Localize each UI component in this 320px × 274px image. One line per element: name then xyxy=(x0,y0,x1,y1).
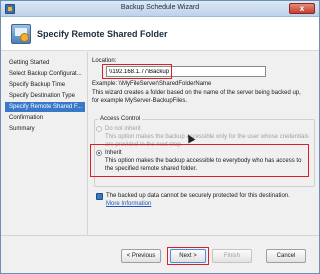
info-icon xyxy=(96,193,103,200)
access-control-title: Access Control xyxy=(98,116,143,122)
close-button[interactable]: x xyxy=(289,3,315,14)
step-getting-started[interactable]: Getting Started xyxy=(5,58,85,68)
step-confirmation[interactable]: Confirmation xyxy=(5,113,85,123)
step-specify-destination-type[interactable]: Specify Destination Type xyxy=(5,91,85,101)
backup-server-icon xyxy=(11,24,31,44)
more-information-link[interactable]: More Information xyxy=(106,201,151,207)
step-specify-backup-time[interactable]: Specify Backup Time xyxy=(5,80,85,90)
step-summary[interactable]: Summary xyxy=(5,124,85,134)
do-not-inherit-label: Do not inherit xyxy=(105,126,141,132)
next-button-highlight xyxy=(167,247,209,265)
step-specify-remote-shared-folder[interactable]: Specify Remote Shared F... xyxy=(5,102,85,112)
step-select-backup-configuration[interactable]: Select Backup Configurat... xyxy=(5,69,85,79)
location-input-highlight xyxy=(102,64,172,79)
warning-text: The backed up data cannot be securely pr… xyxy=(106,193,290,199)
do-not-inherit-radio[interactable] xyxy=(96,126,102,132)
title-bar[interactable]: Backup Schedule Wizard x xyxy=(1,1,319,17)
main-panel: Location: Example: \\MyFileServer\Shared… xyxy=(88,52,319,235)
wizard-footer: < Previous Next > Finish Cancel xyxy=(1,236,319,273)
window-title: Backup Schedule Wizard xyxy=(120,4,200,11)
previous-button[interactable]: < Previous xyxy=(121,249,161,263)
finish-button[interactable]: Finish xyxy=(212,249,252,263)
cancel-button[interactable]: Cancel xyxy=(266,249,306,263)
wizard-note: This wizard creates a folder based on th… xyxy=(92,90,301,104)
example-text: Example: \\MyFileServer\SharedFolderName xyxy=(92,81,212,87)
inherit-option-highlight xyxy=(90,144,309,177)
page-title: Specify Remote Shared Folder xyxy=(37,29,168,39)
wizard-steps-sidebar: Getting Started Select Backup Configurat… xyxy=(1,52,86,235)
wizard-header: Specify Remote Shared Folder xyxy=(1,17,319,51)
wizard-window: Backup Schedule Wizard x Specify Remote … xyxy=(0,0,320,274)
